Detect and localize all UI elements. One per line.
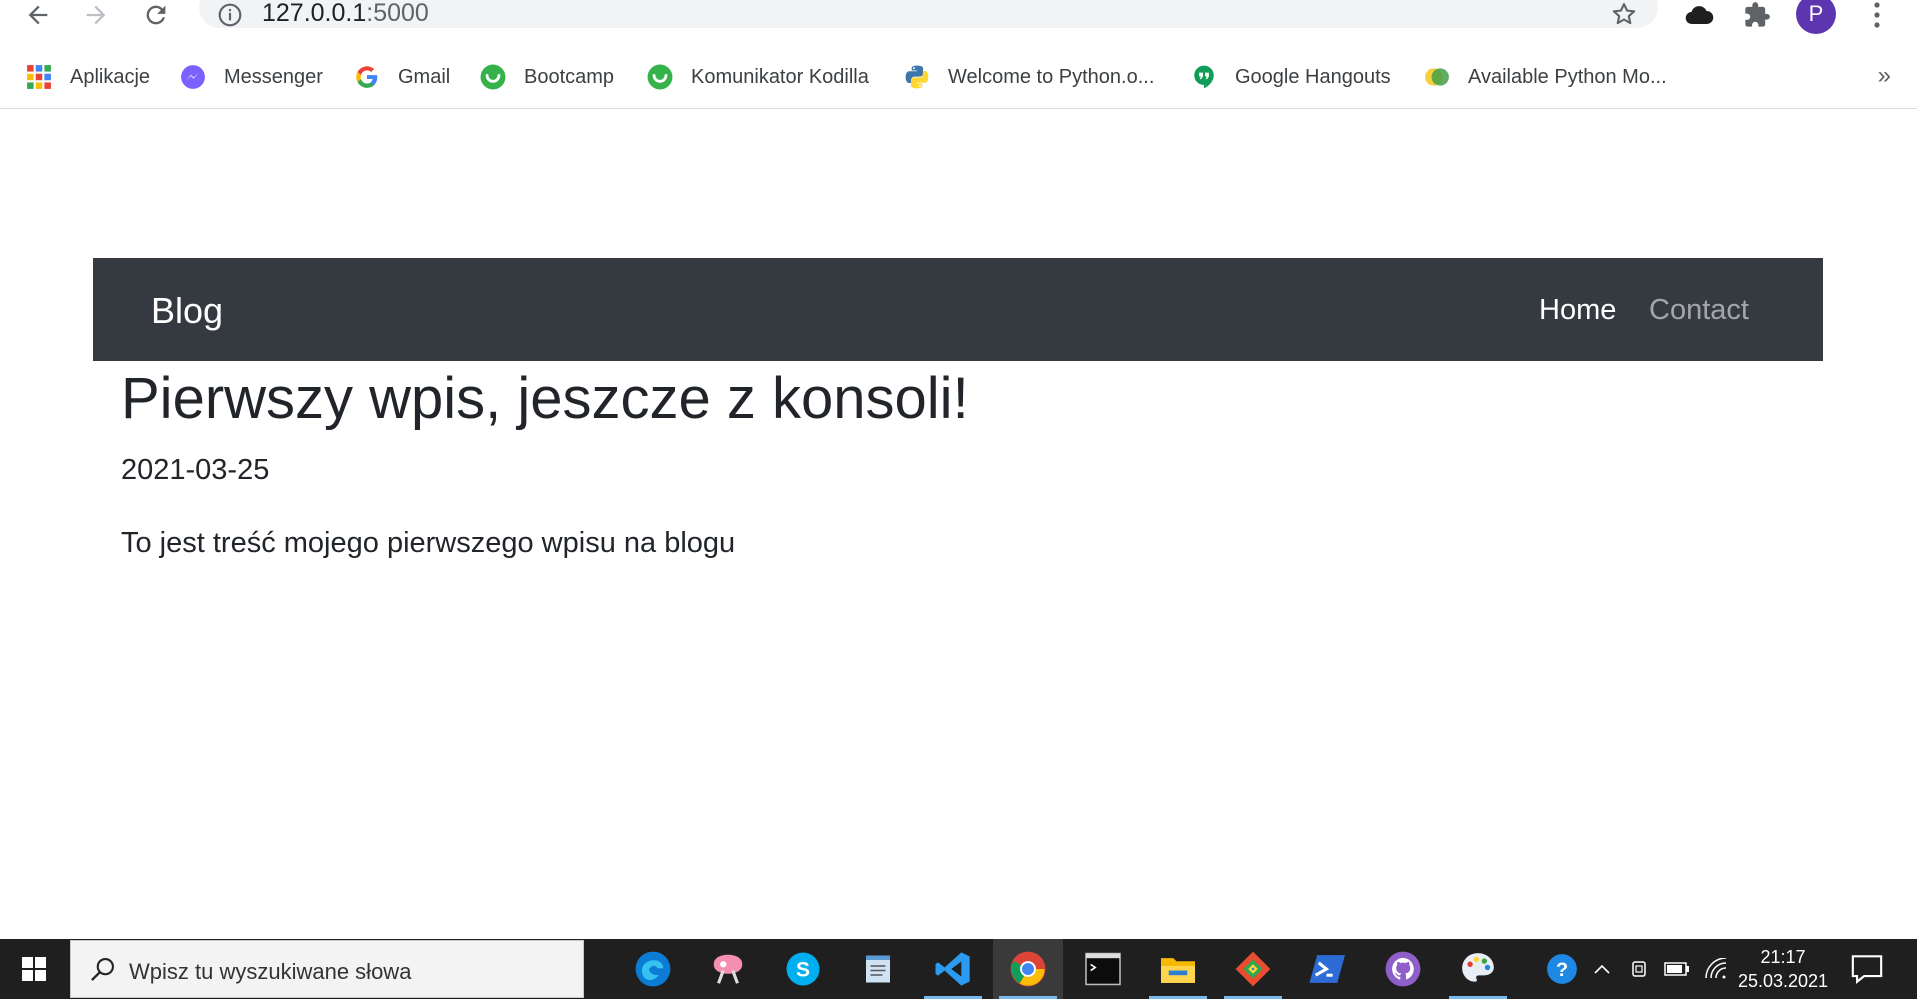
url-text: 127.0.0.1:5000 [262, 0, 429, 28]
nav-link-home[interactable]: Home [1539, 294, 1616, 327]
bookmark-gmail[interactable]: Gmail [354, 62, 450, 92]
help-tray-icon[interactable]: ? [1542, 939, 1582, 999]
bookmark-label: Welcome to Python.o... [948, 65, 1155, 88]
bookmark-google-hangouts[interactable]: Google Hangouts [1191, 62, 1391, 92]
taskbar-git[interactable] [1218, 939, 1288, 999]
cloud-extension-icon[interactable] [1682, 0, 1716, 30]
post-body: To jest treść mojego pierwszego wpisu na… [121, 527, 736, 559]
python-modules-icon [1425, 68, 1449, 86]
vscode-icon [935, 952, 970, 986]
python-icon [905, 65, 929, 89]
reload-icon [146, 5, 166, 25]
google-g-icon [356, 66, 378, 88]
windows-logo-icon [22, 957, 46, 981]
kodilla-icon [647, 64, 673, 90]
search-icon [91, 958, 114, 981]
github-desktop-icon [1385, 951, 1421, 987]
snip-sketch-icon [713, 954, 743, 984]
taskbar-powershell[interactable] [1293, 939, 1363, 999]
windows-taskbar: Wpisz tu wyszukiwane słowa S ? 21:17 25.… [0, 939, 1917, 999]
device-tray-icon[interactable] [1624, 939, 1654, 999]
clock-date: 25.03.2021 [1737, 971, 1829, 991]
back-arrow-icon [28, 5, 48, 25]
taskbar-paint[interactable] [1443, 939, 1513, 999]
site-navbar: Blog Home Contact [93, 258, 1823, 361]
wifi-icon[interactable] [1700, 939, 1734, 999]
start-button[interactable] [0, 939, 68, 999]
nav-link-contact[interactable]: Contact [1649, 294, 1749, 327]
notification-center-icon[interactable] [1850, 953, 1884, 985]
taskbar-snip-sketch[interactable] [693, 939, 763, 999]
bookmark-label: Google Hangouts [1235, 65, 1391, 88]
file-explorer-icon [1161, 958, 1195, 983]
bookmarks-bar: Aplikacje Messenger Gmail Bootcamp Komun… [0, 52, 1917, 109]
powershell-icon [1309, 955, 1345, 983]
git-icon [1235, 951, 1271, 987]
site-info-icon[interactable] [217, 2, 243, 28]
taskbar-vscode[interactable] [918, 939, 988, 999]
taskbar-notepad[interactable] [843, 939, 913, 999]
menu-kebab-icon[interactable] [1860, 0, 1894, 30]
taskbar-edge[interactable] [618, 939, 688, 999]
url-host: 127.0.0.1 [262, 0, 367, 27]
back-button[interactable] [18, 0, 58, 30]
taskbar-chrome[interactable] [993, 939, 1063, 999]
terminal-icon [1085, 952, 1121, 986]
show-hidden-icons-chevron-icon[interactable] [1588, 939, 1616, 999]
bookmark-python-modules[interactable]: Available Python Mo... [1424, 62, 1667, 92]
bookmark-label: Messenger [224, 65, 323, 88]
bookmark-label: Available Python Mo... [1468, 65, 1667, 88]
taskbar-skype[interactable]: S [768, 939, 838, 999]
post-date: 2021-03-25 [121, 454, 270, 486]
skype-icon: S [786, 952, 820, 986]
battery-icon[interactable] [1660, 939, 1694, 999]
svg-text:S: S [796, 959, 810, 982]
edge-icon [635, 951, 671, 987]
notepad-icon [866, 955, 890, 983]
forward-arrow-icon [86, 5, 106, 25]
navbar-brand[interactable]: Blog [151, 290, 223, 332]
browser-toolbar: 127.0.0.1:5000 P [0, 0, 1917, 42]
taskbar-file-explorer[interactable] [1143, 939, 1213, 999]
bookmark-label: Gmail [398, 65, 451, 88]
bookmark-label: Bootcamp [524, 65, 615, 88]
apps-grid-icon [27, 65, 51, 89]
bookmark-messenger[interactable]: Messenger [180, 62, 323, 92]
forward-button[interactable] [76, 0, 116, 30]
svg-text:?: ? [1556, 959, 1568, 981]
messenger-icon [181, 65, 205, 89]
extensions-puzzle-icon[interactable] [1740, 0, 1774, 30]
bookmark-star-icon[interactable] [1610, 0, 1638, 28]
bookmarks-overflow-button[interactable]: » [1878, 62, 1891, 90]
bookmark-label: Aplikacje [70, 65, 151, 88]
post-title: Pierwszy wpis, jeszcze z konsoli! [121, 366, 969, 431]
bookmark-label: Komunikator Kodilla [691, 65, 869, 88]
chrome-icon [1010, 951, 1046, 987]
taskbar-github-desktop[interactable] [1368, 939, 1438, 999]
reload-button[interactable] [136, 0, 176, 30]
hangouts-icon [1194, 65, 1214, 89]
url-port: :5000 [366, 0, 429, 27]
paint-icon [1462, 953, 1494, 982]
bookmark-bootcamp[interactable]: Bootcamp [480, 62, 614, 92]
taskbar-terminal[interactable] [1068, 939, 1138, 999]
system-clock[interactable]: 21:17 25.03.2021 [1735, 945, 1831, 993]
taskbar-search-box[interactable]: Wpisz tu wyszukiwane słowa [70, 940, 584, 998]
profile-avatar[interactable]: P [1796, 0, 1836, 34]
clock-time: 21:17 [1760, 947, 1806, 967]
address-bar[interactable]: 127.0.0.1:5000 [199, 0, 1658, 28]
kodilla-icon [480, 64, 506, 90]
bookmark-komunikator-kodilla[interactable]: Komunikator Kodilla [647, 62, 869, 92]
search-placeholder: Wpisz tu wyszukiwane słowa [129, 959, 412, 984]
bookmark-python-org[interactable]: Welcome to Python.o... [904, 62, 1154, 92]
bookmark-aplikacje[interactable]: Aplikacje [26, 62, 150, 92]
